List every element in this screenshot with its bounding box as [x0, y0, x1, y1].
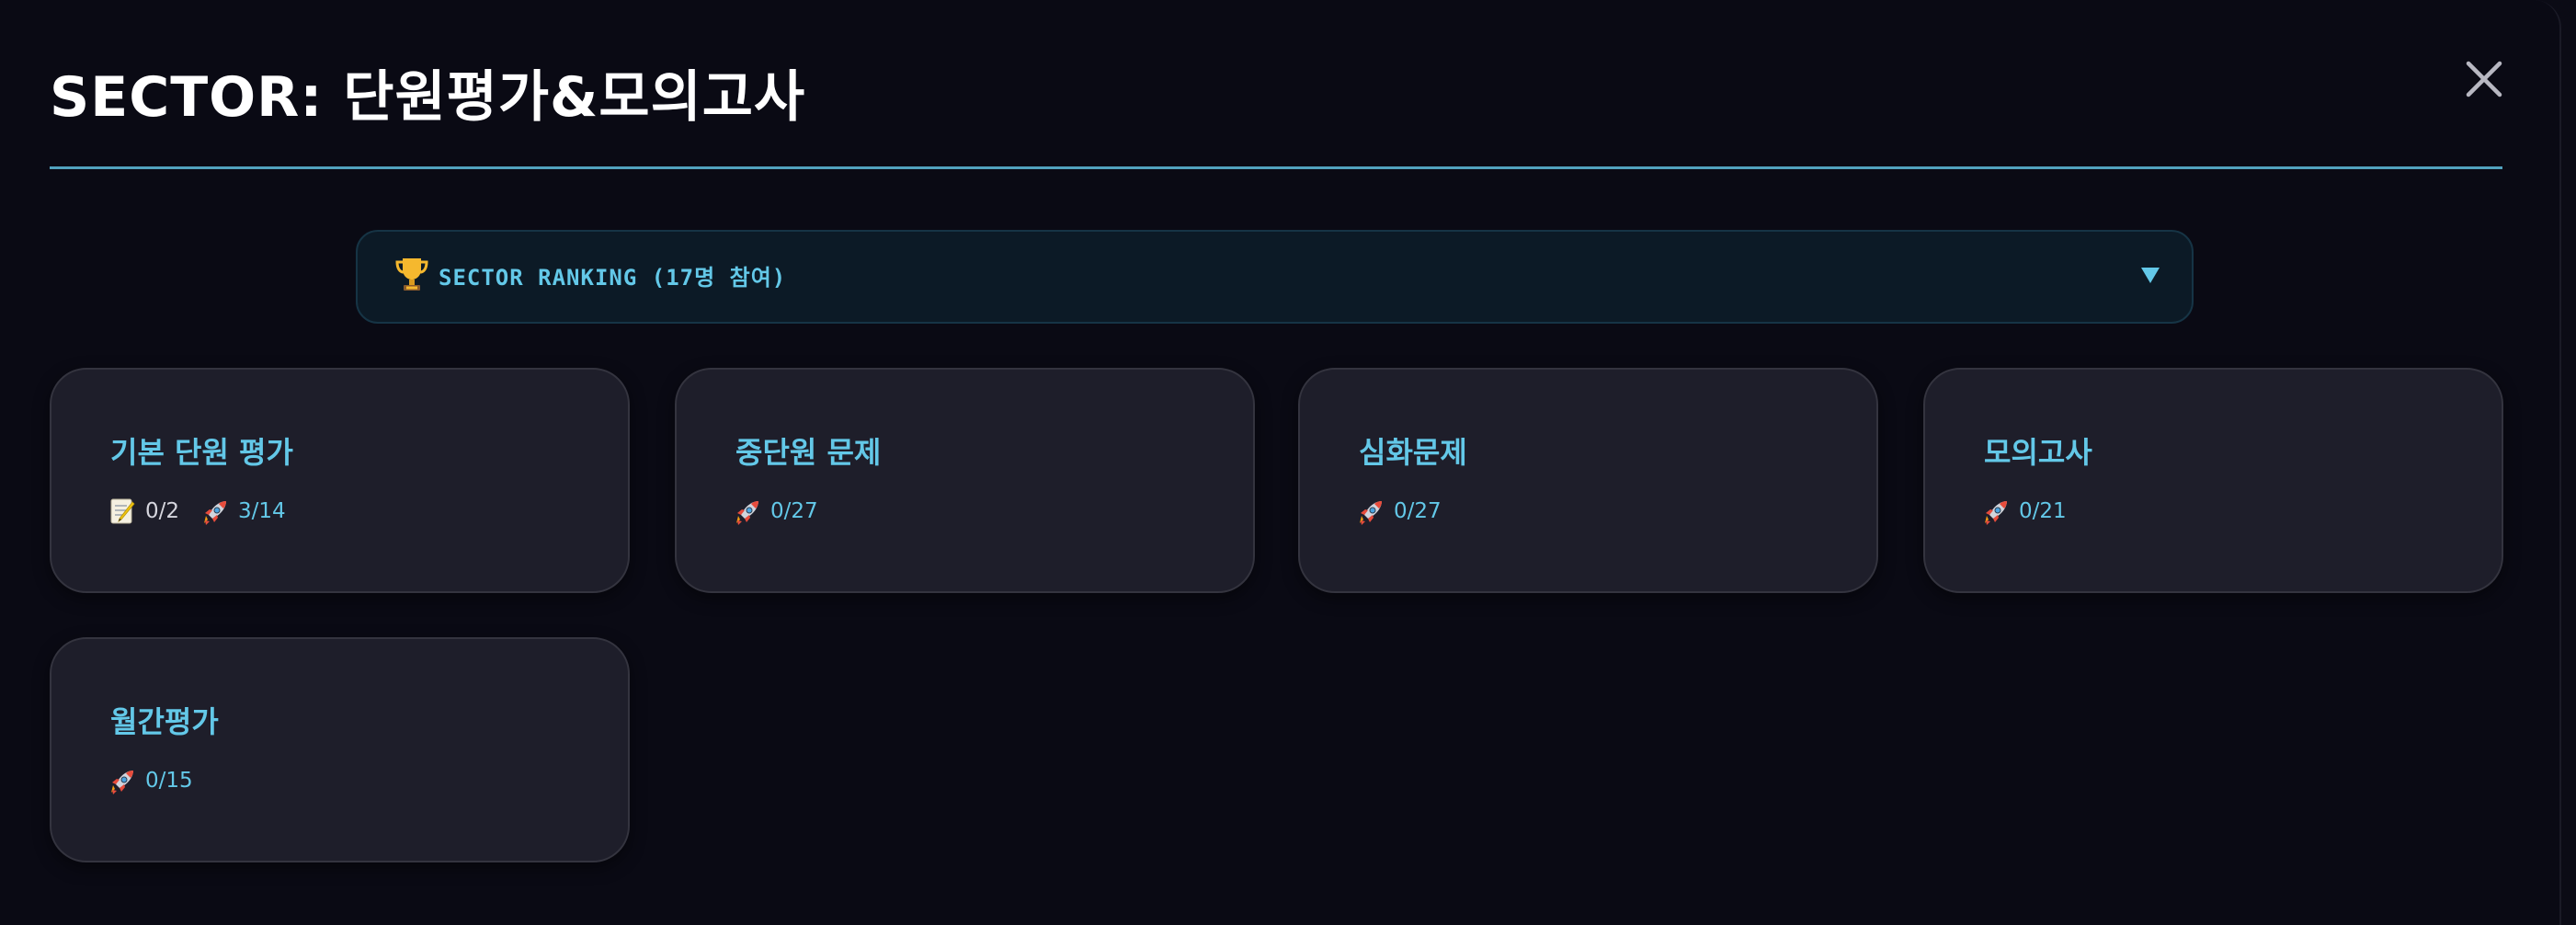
- mission-stat: 0/27: [734, 497, 818, 526]
- unit-card-mock-exam[interactable]: 모의고사 0/21: [1923, 368, 2503, 593]
- card-title: 중단원 문제: [735, 435, 882, 470]
- card-title: 기본 단원 평가: [110, 435, 293, 470]
- rocket-icon: [1982, 497, 2012, 526]
- card-title: 월간평가: [110, 704, 219, 739]
- ranking-label: SECTOR RANKING (17명 참여): [439, 265, 787, 291]
- card-stats: 0/21: [1982, 493, 2089, 530]
- mission-progress: 0/27: [770, 499, 818, 523]
- mission-stat: 0/15: [108, 766, 193, 795]
- mission-progress: 0/27: [1394, 499, 1442, 523]
- rocket-icon: [201, 497, 231, 526]
- close-button[interactable]: [2458, 53, 2510, 105]
- rocket-icon: [1357, 497, 1386, 526]
- unit-card-basic[interactable]: 기본 단원 평가 0/2 3/14: [50, 368, 630, 593]
- chevron-down-icon: [2141, 268, 2160, 283]
- rocket-icon: [734, 497, 763, 526]
- quiz-progress: 0/2: [145, 499, 180, 523]
- mission-progress: 0/15: [145, 769, 193, 793]
- mission-stat: 3/14: [201, 497, 286, 526]
- mission-progress: 0/21: [2019, 499, 2067, 523]
- modal-title: SECTOR: 단원평가&모의고사: [50, 65, 806, 130]
- sector-modal: SECTOR: 단원평가&모의고사 SECTOR RANKING (17명 참여…: [0, 0, 2561, 925]
- mission-stat: 0/21: [1982, 497, 2067, 526]
- sector-ranking-toggle[interactable]: SECTOR RANKING (17명 참여): [356, 230, 2194, 324]
- card-stats: 0/2 3/14: [108, 493, 308, 530]
- unit-card-advanced[interactable]: 심화문제 0/27: [1298, 368, 1878, 593]
- mission-stat: 0/27: [1357, 497, 1442, 526]
- close-icon: [2466, 61, 2502, 97]
- rocket-icon: [108, 766, 138, 795]
- quiz-stat: 0/2: [108, 497, 179, 526]
- unit-card-monthly[interactable]: 월간평가 0/15: [50, 637, 630, 862]
- card-stats: 0/15: [108, 762, 215, 799]
- trophy-icon: [395, 258, 428, 291]
- title-divider: [50, 166, 2502, 169]
- memo-icon: [108, 497, 138, 526]
- card-stats: 0/27: [1357, 493, 1464, 530]
- unit-card-middle[interactable]: 중단원 문제 0/27: [675, 368, 1255, 593]
- mission-progress: 3/14: [238, 499, 286, 523]
- card-stats: 0/27: [734, 493, 840, 530]
- card-title: 심화문제: [1359, 435, 1467, 470]
- card-title: 모의고사: [1984, 435, 2092, 470]
